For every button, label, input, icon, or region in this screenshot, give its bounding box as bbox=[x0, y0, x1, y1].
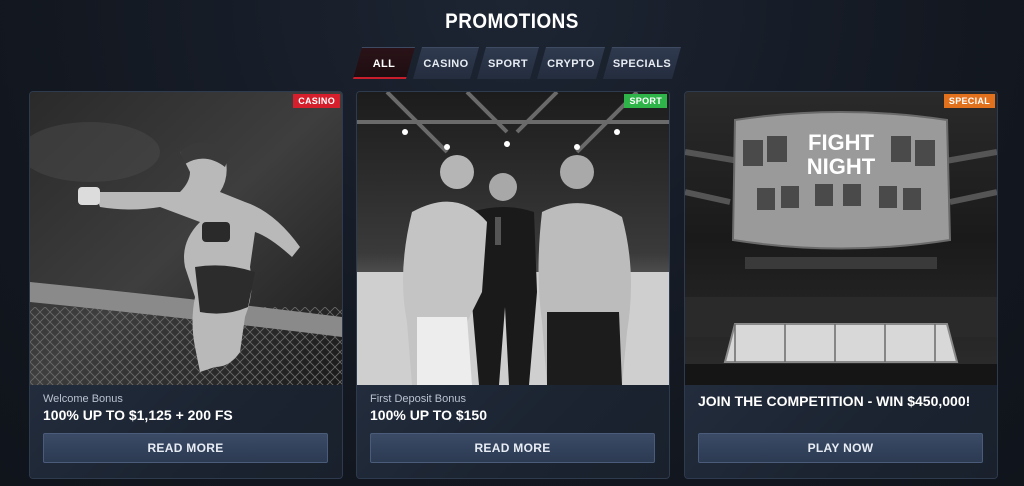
card-body: First Deposit Bonus 100% UP TO $150 READ… bbox=[357, 385, 669, 478]
play-now-button[interactable]: PLAY NOW bbox=[698, 433, 983, 463]
tab-all[interactable]: ALL bbox=[353, 47, 415, 79]
svg-text:FIGHT: FIGHT bbox=[808, 130, 875, 155]
card-headline: JOIN THE COMPETITION - WIN $450,000! bbox=[698, 393, 971, 409]
promo-image-fighter: CASINO bbox=[30, 92, 342, 385]
svg-text:NIGHT: NIGHT bbox=[807, 154, 876, 179]
tab-casino[interactable]: CASINO bbox=[413, 47, 479, 79]
special-badge: SPECIAL bbox=[943, 94, 995, 108]
promo-image-faceoff: SPORT bbox=[357, 92, 669, 385]
tab-crypto[interactable]: CRYPTO bbox=[537, 47, 605, 79]
page-title: PROMOTIONS bbox=[445, 10, 579, 33]
card-body: Welcome Bonus 100% UP TO $1,125 + 200 FS… bbox=[30, 385, 342, 478]
promo-card-casino[interactable]: CASINO Welcome Bonus 100% UP TO $1,125 +… bbox=[29, 91, 343, 479]
promo-card-special[interactable]: FIGHT NIGHT SPECIAL JOIN THE COMPETITION… bbox=[684, 91, 998, 479]
read-more-button[interactable]: READ MORE bbox=[370, 433, 655, 463]
tab-sport[interactable]: SPORT bbox=[477, 47, 539, 79]
read-more-button[interactable]: READ MORE bbox=[43, 433, 328, 463]
promo-card-sport[interactable]: SPORT First Deposit Bonus 100% UP TO $15… bbox=[356, 91, 670, 479]
card-body: JOIN THE COMPETITION - WIN $450,000! PLA… bbox=[685, 385, 997, 478]
casino-badge: CASINO bbox=[293, 94, 340, 108]
card-subtitle: Welcome Bonus bbox=[43, 393, 123, 405]
sport-badge: SPORT bbox=[624, 94, 667, 108]
promotion-tabs: ALL CASINO SPORT CRYPTO SPECIALS bbox=[353, 47, 679, 78]
tab-specials[interactable]: SPECIALS bbox=[603, 47, 681, 79]
card-subtitle: First Deposit Bonus bbox=[370, 393, 466, 405]
promo-image-arena: FIGHT NIGHT SPECIAL bbox=[685, 92, 997, 385]
card-headline: 100% UP TO $150 bbox=[370, 407, 488, 423]
card-headline: 100% UP TO $1,125 + 200 FS bbox=[43, 407, 233, 423]
